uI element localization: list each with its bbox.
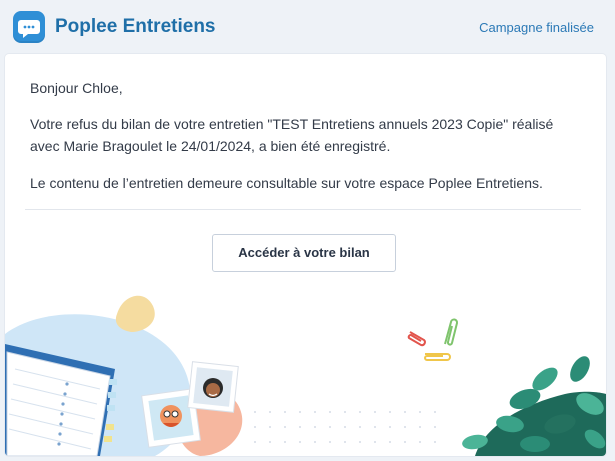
access-report-button[interactable]: Accéder à votre bilan — [212, 234, 396, 272]
campaign-status: Campagne finalisée — [479, 20, 594, 35]
message-body: Votre refus du bilan de votre entretien … — [30, 113, 570, 157]
yellow-blob-shape — [115, 295, 155, 332]
message-line-2: avec Marie Bragoulet le 24/01/2024, a bi… — [30, 138, 391, 154]
app-title: Poplee Entretiens — [55, 16, 216, 37]
avatar-photo-woman — [187, 361, 239, 413]
greeting-text: Bonjour Chloe, — [30, 80, 123, 96]
app-header: Poplee Entretiens Campagne finalisée — [0, 0, 615, 54]
message-line-1: Votre refus du bilan de votre entretien … — [30, 116, 554, 132]
paperclip-icon — [407, 318, 458, 361]
message-card: Bonjour Chloe, Votre refus du bilan de v… — [5, 54, 606, 456]
plant-leaves — [462, 356, 606, 456]
message-line-3: Le contenu de l’entretien demeure consul… — [30, 175, 543, 191]
divider — [25, 209, 581, 210]
chat-bubble-icon — [13, 11, 45, 43]
decorative-illustration — [5, 295, 606, 456]
dotted-pattern — [254, 411, 436, 443]
